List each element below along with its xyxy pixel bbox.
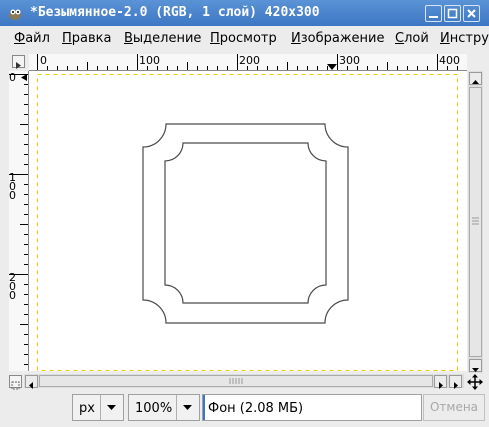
scroll-up-button[interactable] (469, 72, 482, 85)
vertical-scroll-thumb[interactable] (469, 87, 482, 357)
gimp-wilber-icon (9, 9, 21, 20)
menu-image-mnemonic: И (291, 31, 301, 46)
zoom-selector[interactable]: 100% (128, 394, 200, 421)
maximize-icon (447, 8, 458, 19)
vruler-digit: 0 (9, 189, 16, 202)
dropdown-arrow[interactable] (176, 395, 199, 420)
menu-file-mnemonic: Ф (14, 31, 26, 46)
menu-edit-mnemonic: П (62, 31, 72, 46)
navigate-button[interactable] (12, 55, 25, 69)
window-title: *Безымянное-2.0 (RGB, 1 слой) 420x300 (30, 5, 320, 20)
chevron-down-icon (183, 405, 192, 410)
menu-tools[interactable]: Инстру (440, 31, 489, 46)
vertical-ruler-ticks (9, 74, 28, 365)
hruler-label-200: 200 (239, 54, 260, 67)
image-canvas[interactable] (29, 71, 467, 371)
vertical-scrollbar[interactable] (468, 71, 483, 373)
pointer-marker-icon (21, 74, 27, 81)
cancel-button[interactable]: Отмена (423, 394, 485, 421)
pointer-marker-icon (327, 64, 337, 70)
menu-layer-label: лой (404, 31, 429, 46)
image-drawing (37, 74, 458, 371)
maximize-button[interactable] (444, 5, 461, 22)
horizontal-ruler[interactable]: 0 100 200 300 400 (29, 54, 467, 71)
menu-view-mnemonic: П (210, 31, 220, 46)
menu-select[interactable]: Выделение (124, 31, 201, 46)
menu-image-label: зображение (300, 31, 385, 46)
menu-file[interactable]: Файл (14, 31, 50, 46)
menu-edit[interactable]: Правка (62, 31, 111, 46)
menu-image[interactable]: Изображение (291, 31, 385, 46)
menu-tools-label: нстру (449, 31, 489, 46)
unit-value: px (79, 401, 95, 416)
dropdown-arrow[interactable] (100, 395, 123, 420)
menu-view-label: росмотр (219, 31, 277, 46)
minimize-icon (429, 16, 438, 18)
navigate-icon (16, 62, 21, 69)
hruler-label-0: 0 (40, 54, 47, 67)
unit-selector[interactable]: px (72, 394, 124, 421)
scroll-down-button[interactable] (469, 359, 482, 372)
menu-tools-mnemonic: И (440, 31, 450, 46)
vruler-digit: 0 (9, 289, 16, 302)
status-bar: px 100% Фон (2.08 МБ) Отмена (0, 390, 489, 427)
menu-select-mnemonic: В (124, 31, 133, 46)
status-message: Фон (2.08 МБ) (202, 394, 422, 421)
image-background (37, 74, 457, 370)
title-bar[interactable]: *Безымянное-2.0 (RGB, 1 слой) 420x300 (0, 0, 489, 26)
menu-file-label: айл (25, 31, 50, 46)
quick-mask-toggle[interactable] (9, 375, 22, 390)
vruler-digit: 0 (9, 71, 16, 84)
horizontal-scrollbar[interactable] (24, 374, 464, 389)
minimize-button[interactable] (425, 5, 442, 22)
close-icon (467, 9, 476, 18)
zoom-value: 100% (135, 401, 173, 416)
hruler-label-400: 400 (439, 54, 460, 67)
menu-layer[interactable]: Слой (395, 31, 429, 46)
chevron-down-icon (107, 405, 116, 410)
hruler-label-300: 300 (339, 54, 360, 67)
grip-icon (472, 217, 479, 225)
menu-view[interactable]: Просмотр (210, 31, 277, 46)
vertical-ruler[interactable]: 0 100 200 (9, 71, 29, 371)
scroll-right-end-button[interactable] (449, 375, 462, 389)
scroll-left-button[interactable] (25, 375, 38, 389)
status-text: Фон (2.08 МБ) (208, 401, 304, 416)
horizontal-scroll-thumb[interactable] (39, 375, 433, 387)
navigate-view-button[interactable] (467, 374, 483, 390)
scroll-right-button[interactable] (434, 375, 447, 389)
menu-edit-label: равка (71, 31, 112, 46)
hruler-label-100: 100 (139, 54, 160, 67)
close-button[interactable] (463, 5, 480, 22)
menu-select-label: ыделение (132, 31, 202, 46)
menu-layer-mnemonic: С (395, 31, 405, 46)
menu-bar: Файл Правка Выделение Просмотр Изображение Сл… (0, 26, 489, 50)
move-arrows-icon (467, 374, 483, 390)
grip-icon (229, 378, 243, 384)
